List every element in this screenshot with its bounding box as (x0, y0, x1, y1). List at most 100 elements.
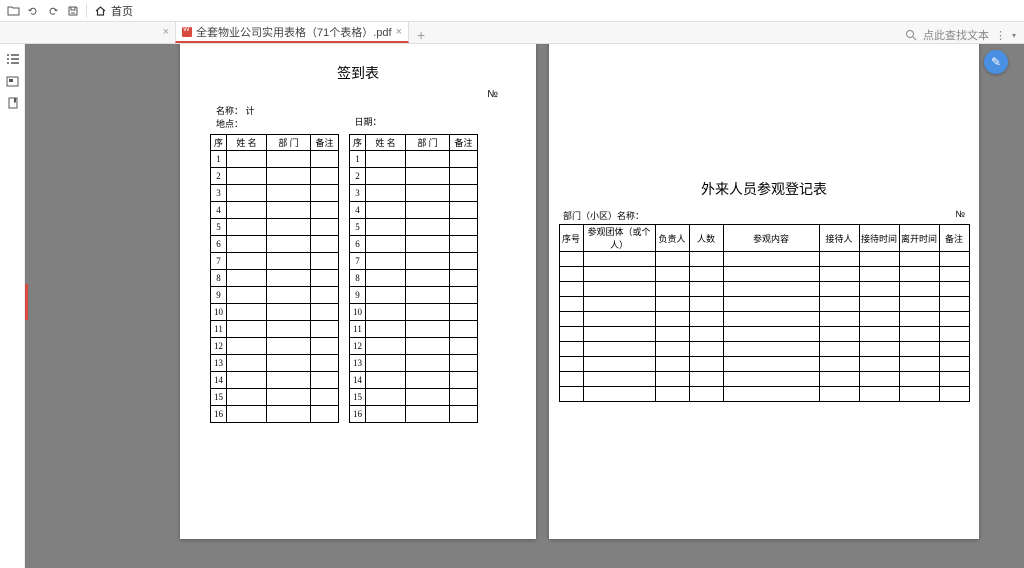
tab-close-icon[interactable]: × (396, 26, 402, 38)
cell (859, 312, 899, 327)
table-row: 9 (350, 287, 478, 304)
cell (689, 372, 723, 387)
table-row: 2 (211, 168, 339, 185)
search-icon[interactable] (905, 29, 917, 41)
cell-note (311, 321, 339, 338)
cell (723, 252, 819, 267)
cell (583, 372, 655, 387)
cell-dept (267, 202, 311, 219)
table-row: 16 (350, 406, 478, 423)
cell-note (450, 321, 478, 338)
cell (655, 297, 689, 312)
cell-seq: 5 (350, 219, 366, 236)
vcol-note: 备注 (939, 225, 969, 252)
cell (583, 342, 655, 357)
cell-name (366, 389, 406, 406)
bookmark-icon[interactable] (0, 92, 25, 114)
cell (655, 357, 689, 372)
cell (819, 387, 859, 402)
cell-note (450, 287, 478, 304)
cell-dept (267, 253, 311, 270)
cell-dept (406, 287, 450, 304)
cell (559, 252, 583, 267)
cell-dept (267, 168, 311, 185)
page1-meta-date: 日期： (355, 115, 382, 128)
table-row (559, 297, 969, 312)
table-row (559, 252, 969, 267)
cell-seq: 6 (211, 236, 227, 253)
sign-table-left: 序 姓 名 部 门 备注 12345678910111213141516 (210, 134, 339, 423)
cell (939, 297, 969, 312)
cell-seq: 15 (211, 389, 227, 406)
table-row: 3 (211, 185, 339, 202)
tab-add-button[interactable]: + (409, 27, 433, 43)
page1-title: 签到表 (210, 63, 506, 83)
cell-note (311, 151, 339, 168)
document-canvas[interactable]: ✎ 签到表 № 名称： 计 地点： 日期： 序 姓 名 (25, 44, 1024, 568)
dropdown-icon[interactable]: ▾ (1012, 31, 1016, 40)
cell (559, 342, 583, 357)
undo-icon[interactable] (24, 2, 42, 20)
table-row: 14 (350, 372, 478, 389)
cell (939, 312, 969, 327)
cell-seq: 2 (350, 168, 366, 185)
menu-dots-icon[interactable]: ⋮ (995, 29, 1006, 42)
cell-dept (406, 372, 450, 389)
cell-dept (406, 355, 450, 372)
cell (859, 252, 899, 267)
cell (655, 342, 689, 357)
cell (723, 267, 819, 282)
cell-seq: 11 (211, 321, 227, 338)
cell-name (366, 151, 406, 168)
home-label[interactable]: 首页 (111, 3, 133, 19)
open-icon[interactable] (4, 2, 22, 20)
tab-active-doc[interactable]: 全套物业公司实用表格（71个表格）.pdf × (175, 21, 409, 43)
cell-name (227, 355, 267, 372)
vcol-leave: 离开时间 (899, 225, 939, 252)
outline-icon[interactable] (0, 48, 25, 70)
table-row: 4 (350, 202, 478, 219)
cell-seq: 13 (211, 355, 227, 372)
table-row: 6 (211, 236, 339, 253)
cell-seq: 1 (350, 151, 366, 168)
cell (899, 387, 939, 402)
tab-gap-close[interactable]: × (163, 26, 169, 38)
cell-dept (406, 321, 450, 338)
cell-name (227, 372, 267, 389)
page2-meta: 部门（小区）名称： № (557, 209, 971, 222)
cell (583, 282, 655, 297)
cell-name (227, 253, 267, 270)
thumbnails-icon[interactable] (0, 70, 25, 92)
save-icon[interactable] (64, 2, 82, 20)
cell-dept (406, 202, 450, 219)
cell (689, 387, 723, 402)
cell-note (311, 253, 339, 270)
home-icon[interactable] (91, 2, 109, 20)
cell-dept (267, 185, 311, 202)
cell (689, 252, 723, 267)
cell (819, 282, 859, 297)
table-row: 6 (350, 236, 478, 253)
pdf-page-1: 签到表 № 名称： 计 地点： 日期： 序 姓 名 部 门 (180, 44, 536, 539)
redo-icon[interactable] (44, 2, 62, 20)
cell (939, 282, 969, 297)
red-indicator (25, 284, 28, 320)
vcol-content: 参观内容 (723, 225, 819, 252)
cell-name (227, 168, 267, 185)
cell-name (366, 355, 406, 372)
cell (559, 297, 583, 312)
cell-seq: 3 (211, 185, 227, 202)
cell (819, 357, 859, 372)
cell (899, 297, 939, 312)
cell (583, 297, 655, 312)
cell-note (450, 202, 478, 219)
cell-note (311, 236, 339, 253)
cell (939, 327, 969, 342)
pdf-page-2: 外来人员参观登记表 部门（小区）名称： № 序号 参观团体（或个人） 负责人 人… (549, 44, 979, 539)
cell (899, 252, 939, 267)
cell-note (311, 304, 339, 321)
search-hint[interactable]: 点此查找文本 (923, 27, 989, 43)
cell-seq: 13 (350, 355, 366, 372)
cell-dept (406, 236, 450, 253)
float-edit-button[interactable]: ✎ (984, 50, 1008, 74)
